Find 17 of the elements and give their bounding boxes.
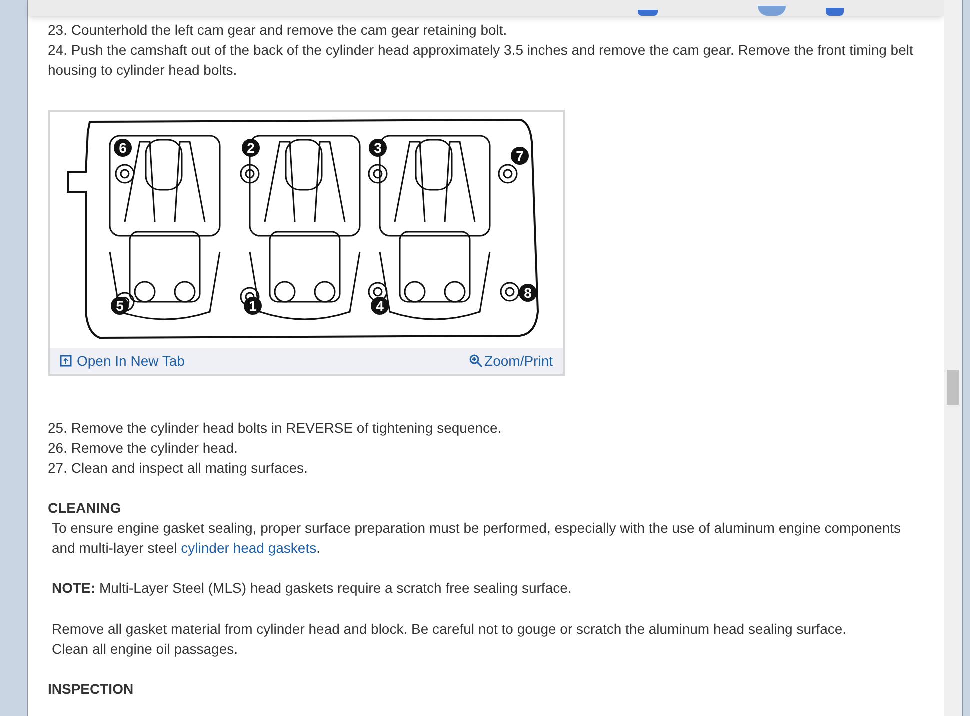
- step-text: 25. Remove the cylinder head bolts in REVERSE of tightening sequence.: [48, 419, 503, 438]
- inspection-heading: INSPECTION: [48, 680, 135, 699]
- note-text: NOTE: Multi-Layer Steel (MLS) head gaskets require a scratch free sealing surface.: [51, 579, 573, 598]
- open-new-tab-link[interactable]: Open In New Tab: [60, 351, 185, 371]
- zoom-icon: [468, 354, 483, 368]
- step-text: 26. Remove the cylinder head.: [48, 439, 239, 458]
- instruction-text: Remove all gasket material from cylinder head and block. Be careful not to gouge or scratch the aluminum head sealing surface.: [52, 620, 848, 639]
- step-text: 23. Counterhold the left cam gear and remove the cam gear retaining bolt.: [48, 21, 508, 40]
- cleaning-paragraph: To ensure engine gasket sealing, proper surface preparation must be performed, especially with the use of aluminum engine components and multi-layer steel cylinder head gaskets.: [51, 519, 902, 558]
- gaskets-link[interactable]: cylinder head gaskets: [181, 540, 317, 556]
- scrollbar-thumb[interactable]: [947, 370, 959, 405]
- new-tab-icon: [60, 355, 72, 367]
- cleaning-heading: CLEANING: [48, 499, 122, 518]
- zoom-print-link[interactable]: Zoom/Print: [468, 351, 553, 371]
- step-text: 24. Push the camshaft out of the back of the cylinder head approximately 3.5 inches and remove the cam gear. Remove the front timing belt housing to cylinder head bolts.: [48, 41, 914, 80]
- step-text: 27. Clean and inspect all mating surfaces.: [48, 459, 309, 478]
- instruction-text: Clean all engine oil passages.: [52, 640, 240, 659]
